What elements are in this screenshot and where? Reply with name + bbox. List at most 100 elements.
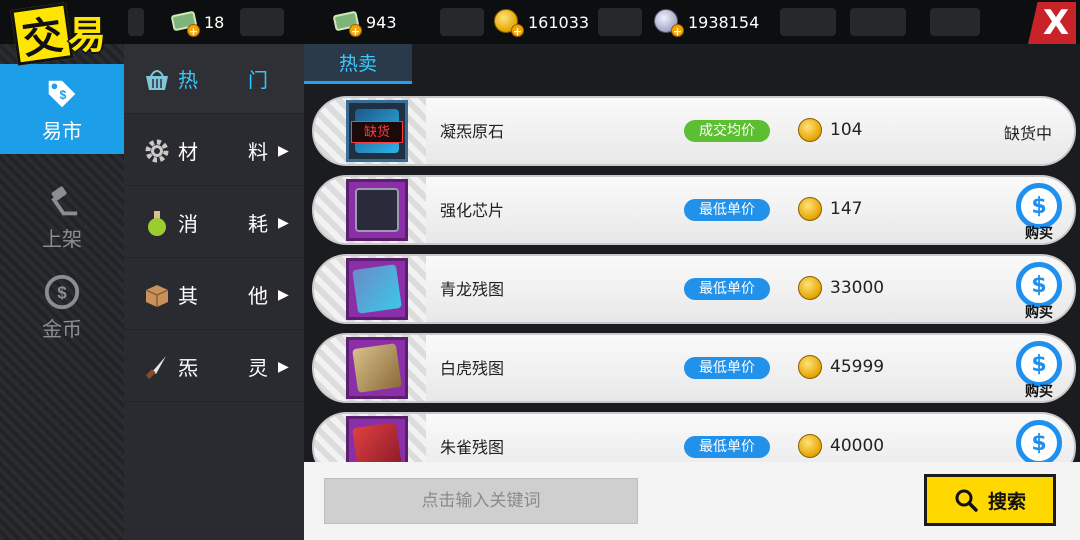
item-price: 45999: [830, 357, 885, 377]
gear-icon: [145, 139, 169, 162]
currency-value: 18: [204, 12, 225, 32]
nav-item-listing[interactable]: 上架: [0, 172, 124, 262]
logo-char-2: 易: [68, 12, 107, 57]
buy-button[interactable]: $ 购买: [1012, 341, 1066, 400]
slot-bg: [598, 8, 642, 36]
slot-bg: [240, 8, 284, 36]
currency-cash-1[interactable]: + 18: [170, 8, 225, 38]
gavel-icon: [51, 185, 78, 215]
price-tag-icon: $: [48, 80, 76, 107]
chevron-right-icon: ▶: [278, 142, 289, 159]
nav-label: 金币: [42, 316, 82, 341]
list-item[interactable]: 强化芯片 最低单价 147 $ 购买: [312, 175, 1076, 245]
category-char: 门: [248, 68, 268, 92]
buy-label: 购买: [1025, 305, 1053, 321]
nav-label: 易市: [42, 118, 82, 143]
category-char: 炁: [178, 356, 198, 380]
gold-coin-icon: [798, 355, 824, 381]
list-item[interactable]: 白虎残图 最低单价 45999 $ 购买: [312, 333, 1076, 403]
item-price: 104: [830, 120, 863, 140]
currency-gold[interactable]: + 161033: [494, 8, 590, 38]
trade-logo: 交 易: [10, 2, 130, 66]
cash-icon: +: [170, 9, 200, 38]
item-thumbnail: [346, 337, 408, 399]
item-thumbnail: 缺货: [346, 100, 408, 162]
slot-bg: [128, 8, 144, 36]
close-icon: X: [1042, 3, 1070, 43]
category-char: 材: [178, 140, 198, 164]
list-item[interactable]: 青龙残图 最低单价 33000 $ 购买: [312, 254, 1076, 324]
item-price: 40000: [830, 436, 885, 456]
item-list-panel: 热卖 缺货 凝炁原石 成交均价 104 缺货中 强化芯片 最低单价 147 $ …: [304, 44, 1080, 482]
tab-hot-sale[interactable]: 热卖: [304, 44, 412, 84]
currency-silver[interactable]: + 1938154: [654, 8, 760, 38]
price-type-badge: 最低单价: [684, 278, 770, 300]
category-materials[interactable]: 材 料 ▶: [124, 116, 304, 186]
cash-icon: +: [332, 9, 362, 38]
item-price: 147: [830, 199, 863, 219]
box-icon: [145, 284, 169, 307]
price-type-badge: 最低单价: [684, 436, 770, 458]
svg-text:$: $: [57, 283, 67, 302]
close-button[interactable]: X: [1028, 2, 1076, 44]
nav-item-market[interactable]: $ 易市: [0, 64, 124, 154]
dollar-coin-icon: $: [44, 274, 80, 309]
out-of-stock-tag: 缺货: [351, 121, 403, 143]
item-name: 凝炁原石: [440, 122, 505, 141]
currency-value: 943: [366, 12, 397, 32]
list-item[interactable]: 缺货 凝炁原石 成交均价 104 缺货中: [312, 96, 1076, 166]
gold-coin-icon: [798, 118, 824, 144]
nav-item-gold[interactable]: $ 金币: [0, 262, 124, 352]
item-thumbnail: [346, 258, 408, 320]
knife-icon: [145, 355, 166, 379]
slot-bg: [780, 8, 836, 36]
item-name: 朱雀残图: [440, 438, 505, 457]
category-list: 热 门 材 料 ▶ 消 耗 ▶ 其 他 ▶ 炁 灵 ▶: [124, 44, 304, 540]
price-type-badge: 最低单价: [684, 199, 770, 221]
item-name: 白虎残图: [440, 359, 505, 378]
currency-cash-2[interactable]: + 943: [332, 8, 397, 38]
category-hot[interactable]: 热 门: [124, 44, 304, 114]
buy-button[interactable]: $ 购买: [1012, 183, 1066, 242]
gold-coin-icon: [798, 434, 824, 460]
category-char: 料: [248, 140, 268, 164]
category-char: 灵: [248, 356, 268, 380]
price-type-badge: 成交均价: [684, 120, 770, 142]
item-thumbnail: [346, 179, 408, 241]
buy-label: 购买: [1025, 384, 1053, 400]
category-char: 其: [178, 284, 198, 308]
currency-value: 1938154: [688, 12, 760, 32]
left-nav: $ 易市 上架 $ 金币: [0, 44, 124, 540]
buy-button[interactable]: $ 购买: [1012, 262, 1066, 321]
logo-char-1: 交: [10, 2, 74, 66]
map-fragment-icon: [352, 264, 402, 314]
item-name: 青龙残图: [440, 280, 505, 299]
chevron-right-icon: ▶: [278, 358, 289, 375]
currency-bar: + 18 + 943 + 161033 + 1938154 X: [0, 0, 1080, 44]
search-icon: [955, 489, 978, 512]
item-name: 强化芯片: [440, 201, 505, 220]
search-input[interactable]: 点击输入关键词: [324, 478, 638, 524]
potion-icon: [148, 210, 166, 236]
category-other[interactable]: 其 他 ▶: [124, 260, 304, 330]
slot-bg: [930, 8, 980, 36]
category-char: 热: [178, 68, 198, 92]
category-char: 消: [178, 212, 198, 236]
nav-label: 上架: [42, 226, 82, 251]
basket-icon: [146, 69, 168, 90]
currency-value: 161033: [528, 12, 590, 32]
map-fragment-icon: [352, 343, 402, 393]
silver-coin-icon: +: [654, 9, 684, 38]
gold-coin-icon: [798, 276, 824, 302]
stock-status: 缺货中: [1003, 124, 1052, 143]
slot-bg: [440, 8, 484, 36]
price-type-badge: 最低单价: [684, 357, 770, 379]
chip-icon: [355, 188, 399, 232]
gold-coin-icon: +: [494, 9, 524, 38]
gold-coin-icon: [798, 197, 824, 223]
category-consumables[interactable]: 消 耗 ▶: [124, 188, 304, 258]
category-spirit[interactable]: 炁 灵 ▶: [124, 332, 304, 402]
search-button-label: 搜索: [987, 490, 1026, 513]
svg-text:$: $: [60, 87, 67, 101]
search-button[interactable]: 搜索: [924, 474, 1056, 526]
